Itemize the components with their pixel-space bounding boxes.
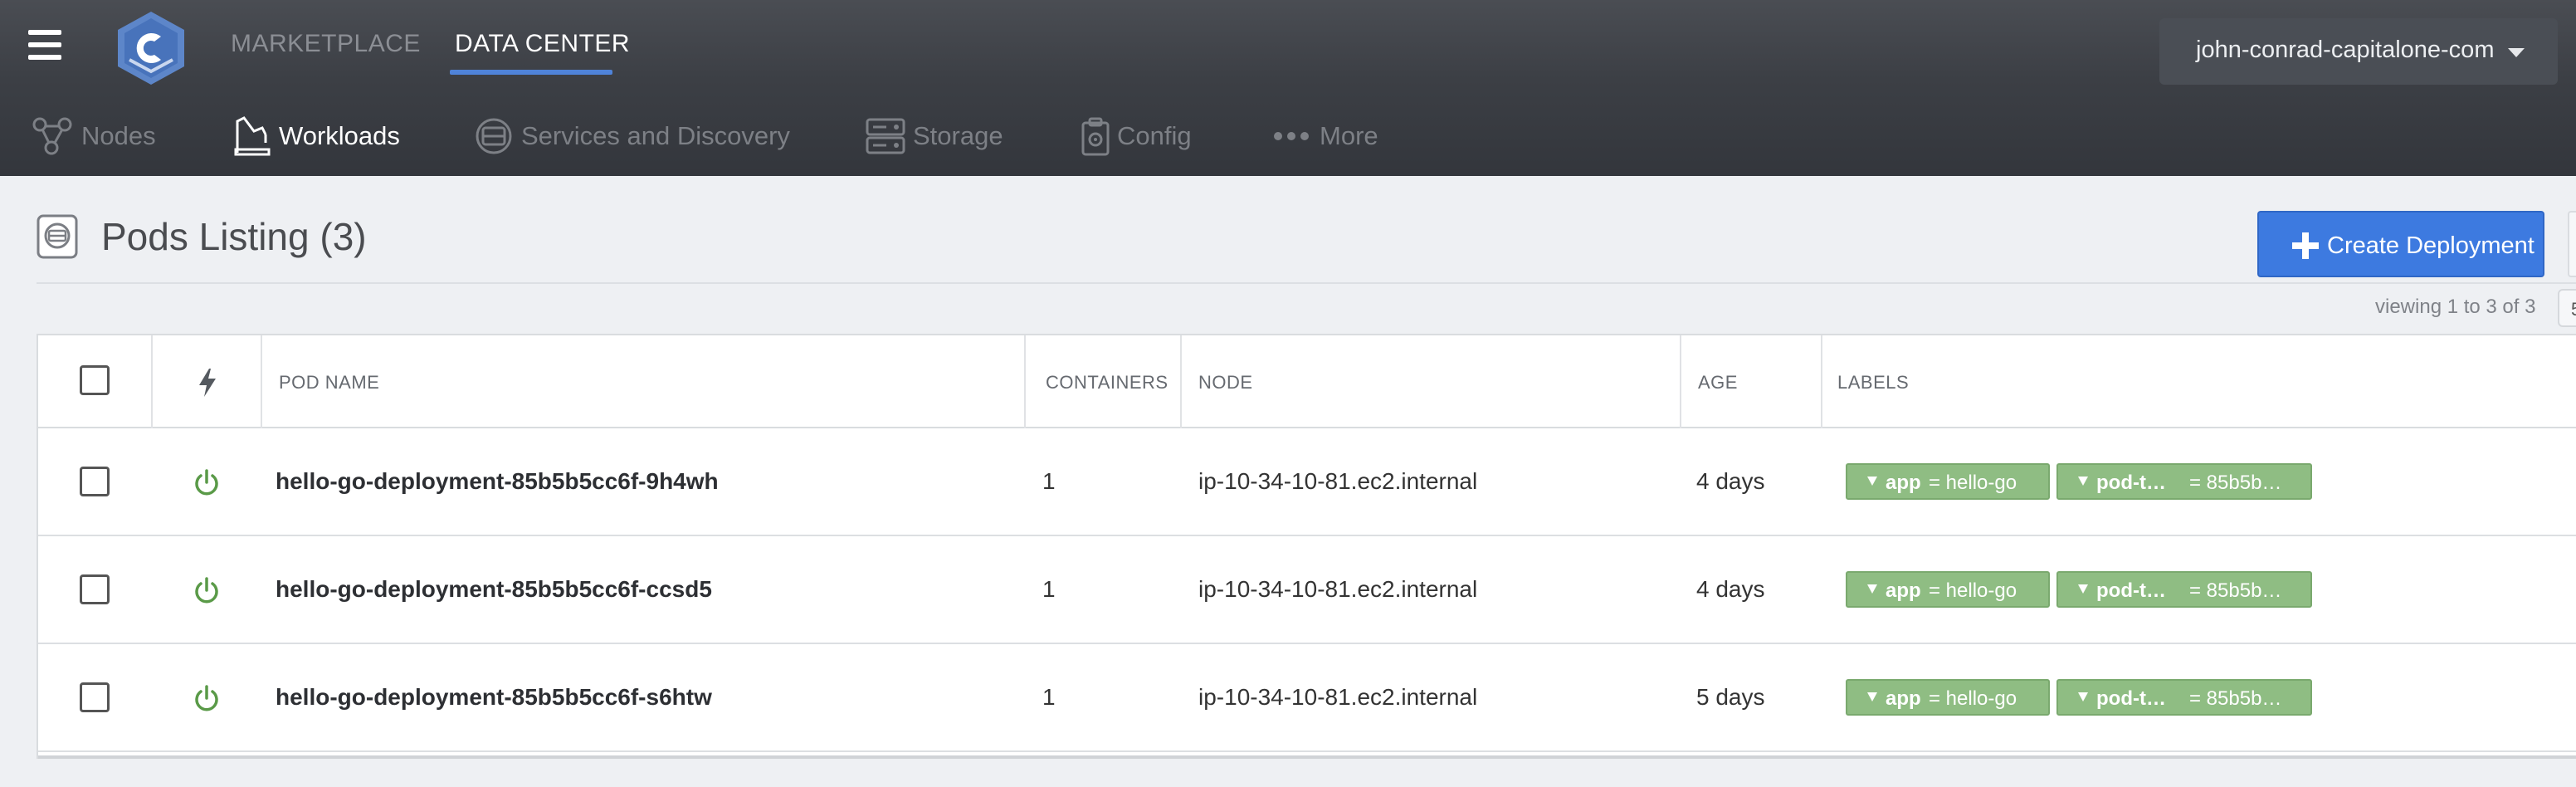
subnav-services-label: Services and Discovery bbox=[521, 121, 790, 150]
row-checkbox[interactable] bbox=[80, 574, 110, 604]
power-icon[interactable] bbox=[193, 684, 221, 714]
plus-icon bbox=[2292, 232, 2319, 259]
subnav-nodes[interactable]: Nodes bbox=[32, 116, 156, 156]
chevron-down-icon bbox=[2508, 48, 2525, 57]
label-key: pod-t… bbox=[2096, 687, 2166, 710]
pagination-summary: viewing 1 to 3 of 3 bbox=[2375, 296, 2536, 318]
workloads-icon bbox=[234, 116, 271, 156]
nav-marketplace[interactable]: MARKETPLACE bbox=[231, 30, 421, 58]
top-bar: MARKETPLACE DATA CENTER john-conrad-capi… bbox=[0, 0, 2576, 176]
label-value: = hello-go bbox=[1929, 687, 2017, 710]
pod-name[interactable]: hello-go-deployment-85b5b5cc6f-ccsd5 bbox=[276, 576, 712, 603]
pod-age: 5 days bbox=[1696, 684, 1765, 710]
subnav-storage[interactable]: Storage bbox=[865, 116, 1003, 156]
node-name: ip-10-34-10-81.ec2.internal bbox=[1198, 468, 1478, 494]
column-header-labels: LABELS bbox=[1837, 372, 1910, 393]
nodes-icon bbox=[32, 117, 72, 155]
pod-age: 4 days bbox=[1696, 468, 1765, 494]
node-name: ip-10-34-10-81.ec2.internal bbox=[1198, 576, 1478, 602]
nav-data-center[interactable]: DATA CENTER bbox=[455, 30, 630, 58]
node-name: ip-10-34-10-81.ec2.internal bbox=[1198, 684, 1478, 710]
active-nav-indicator bbox=[450, 70, 612, 75]
horizontal-scrollbar[interactable] bbox=[38, 755, 2576, 759]
label-tag[interactable]: app = hello-go bbox=[1846, 571, 2050, 608]
subnav-nodes-label: Nodes bbox=[81, 121, 156, 150]
filter-icon bbox=[2078, 584, 2088, 594]
subnav-workloads[interactable]: Workloads bbox=[234, 116, 400, 156]
bolt-icon bbox=[199, 369, 216, 397]
label-key: app bbox=[1886, 472, 1921, 494]
containers-count: 1 bbox=[1042, 468, 1056, 494]
column-header-age[interactable]: AGE bbox=[1698, 372, 1738, 394]
label-key: app bbox=[1886, 579, 1921, 602]
filter-icon bbox=[1867, 477, 1877, 486]
storage-icon bbox=[866, 118, 905, 154]
label-value: = 85b5b… bbox=[2189, 579, 2282, 602]
label-tag[interactable]: pod-t… = 85b5b… bbox=[2056, 463, 2312, 500]
label-tag[interactable]: app = hello-go bbox=[1846, 463, 2050, 500]
subnav-config-label: Config bbox=[1117, 121, 1192, 150]
table-row[interactable]: hello-go-deployment-85b5b5cc6f-ccsd5 1 i… bbox=[38, 536, 2576, 644]
subnav-storage-label: Storage bbox=[913, 121, 1003, 150]
label-value: = 85b5b… bbox=[2189, 472, 2282, 494]
row-checkbox[interactable] bbox=[80, 682, 110, 712]
table-header: POD NAME CONTAINERS NODE AGE LABELS bbox=[38, 335, 2576, 428]
create-deployment-label: Create Deployment bbox=[2327, 232, 2535, 259]
subnav-workloads-label: Workloads bbox=[279, 121, 400, 150]
row-checkbox[interactable] bbox=[80, 467, 110, 496]
label-key: pod-t… bbox=[2096, 472, 2166, 494]
label-value: = hello-go bbox=[1929, 472, 2017, 494]
more-icon bbox=[1274, 132, 1309, 140]
app-logo[interactable] bbox=[111, 8, 191, 88]
hamburger-menu-icon[interactable] bbox=[28, 30, 61, 60]
subnav-config[interactable]: Config bbox=[1081, 116, 1192, 156]
power-icon[interactable] bbox=[193, 468, 221, 498]
pods-icon bbox=[37, 214, 78, 259]
filter-icon bbox=[2078, 477, 2088, 486]
table-row[interactable]: hello-go-deployment-85b5b5cc6f-s6htw 1 i… bbox=[38, 644, 2576, 752]
table-row[interactable]: hello-go-deployment-85b5b5cc6f-9h4wh 1 i… bbox=[38, 428, 2576, 536]
filter-icon bbox=[1867, 584, 1877, 594]
services-icon bbox=[476, 118, 512, 154]
pod-name[interactable]: hello-go-deployment-85b5b5cc6f-9h4wh bbox=[276, 468, 719, 495]
header-divider bbox=[37, 282, 2576, 284]
subnav-services[interactable]: Services and Discovery bbox=[473, 116, 790, 156]
power-icon[interactable] bbox=[193, 576, 221, 606]
label-value: = 85b5b… bbox=[2189, 687, 2282, 710]
column-header-containers[interactable]: CONTAINERS bbox=[1046, 372, 1168, 394]
pod-name[interactable]: hello-go-deployment-85b5b5cc6f-s6htw bbox=[276, 684, 712, 711]
account-dropdown[interactable]: john-conrad-capitalone-com bbox=[2159, 18, 2558, 85]
containers-count: 1 bbox=[1042, 684, 1056, 710]
label-tag[interactable]: pod-t… = 85b5b… bbox=[2056, 679, 2312, 716]
column-header-pod-name[interactable]: POD NAME bbox=[279, 372, 379, 394]
create-deployment-button[interactable]: Create Deployment bbox=[2257, 211, 2544, 277]
page-title: Pods Listing (3) bbox=[101, 215, 367, 258]
filter-icon bbox=[2078, 692, 2088, 701]
account-name: john-conrad-capitalone-com bbox=[2196, 37, 2495, 63]
label-key: pod-t… bbox=[2096, 579, 2166, 602]
select-all-checkbox[interactable] bbox=[80, 365, 110, 395]
column-header-node[interactable]: NODE bbox=[1198, 372, 1253, 394]
per-page-select[interactable]: 5 bbox=[2558, 289, 2576, 327]
pods-table: POD NAME CONTAINERS NODE AGE LABELS hell… bbox=[37, 334, 2576, 759]
subnav-more[interactable]: More bbox=[1271, 116, 1378, 156]
overflow-button[interactable] bbox=[2568, 211, 2576, 277]
label-tag[interactable]: pod-t… = 85b5b… bbox=[2056, 571, 2312, 608]
filter-icon bbox=[1867, 692, 1877, 701]
label-tag[interactable]: app = hello-go bbox=[1846, 679, 2050, 716]
label-key: app bbox=[1886, 687, 1921, 710]
label-value: = hello-go bbox=[1929, 579, 2017, 602]
config-icon bbox=[1081, 117, 1110, 156]
containers-count: 1 bbox=[1042, 576, 1056, 602]
pod-age: 4 days bbox=[1696, 576, 1765, 602]
subnav-more-label: More bbox=[1320, 121, 1378, 150]
